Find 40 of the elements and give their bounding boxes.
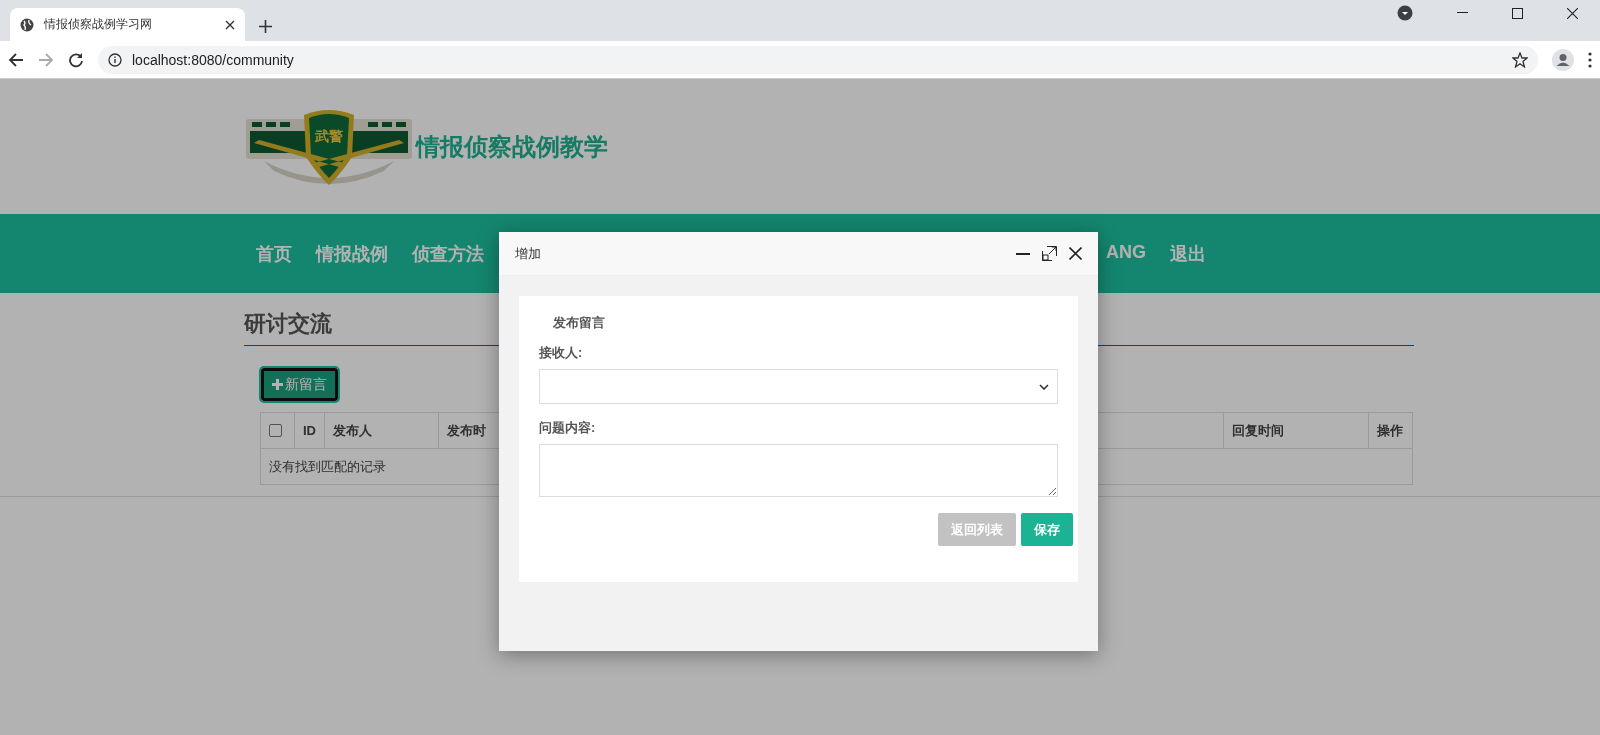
close-icon[interactable]	[1567, 7, 1578, 19]
menu-icon[interactable]	[1588, 51, 1592, 68]
back-icon[interactable]	[8, 51, 24, 68]
reload-icon[interactable]	[68, 51, 84, 68]
column-header: 回复时间	[1223, 412, 1369, 449]
content-field[interactable]	[539, 444, 1058, 497]
address-bar[interactable]: localhost:8080/community	[98, 45, 1538, 74]
back-button[interactable]: 返回列表	[938, 513, 1016, 546]
field-label: 接收人:	[539, 344, 584, 362]
new-message-button[interactable]: 新留言	[261, 368, 338, 401]
profile-icon[interactable]	[1552, 48, 1574, 71]
column-header: 操作	[1368, 412, 1413, 449]
close-icon[interactable]	[225, 19, 235, 30]
minimize-icon[interactable]	[1457, 12, 1468, 14]
checkbox[interactable]	[269, 424, 282, 437]
save-button[interactable]: 保存	[1021, 513, 1073, 546]
chevron-icon	[1039, 383, 1049, 390]
dialog-title: 增加	[515, 244, 542, 263]
site-title: 情报侦察战例教学	[416, 131, 608, 162]
column-header: 发布人	[324, 412, 439, 449]
nav-link[interactable]: 情报战例	[316, 241, 388, 266]
close-icon[interactable]	[1069, 247, 1082, 260]
nav-link[interactable]: 侦查方法	[412, 241, 484, 266]
minimize-icon[interactable]	[1016, 252, 1030, 255]
nav-link[interactable]: 首页	[256, 241, 292, 266]
logo-text: 武警	[315, 127, 343, 144]
info-icon	[108, 52, 122, 67]
star-icon[interactable]	[1512, 51, 1528, 68]
url-text: localhost:8080/community	[132, 51, 295, 68]
nav-link[interactable]: ANG	[1106, 241, 1146, 266]
globe-icon	[20, 17, 34, 32]
tab-search-icon[interactable]	[1397, 5, 1413, 21]
new-tab-icon[interactable]	[259, 20, 272, 33]
browser-tab[interactable]: 情报侦察战例学习网	[10, 8, 245, 41]
nav-link[interactable]: 退出	[1170, 241, 1206, 266]
maximize-icon[interactable]	[1042, 246, 1057, 261]
column-header: ID	[294, 412, 325, 449]
maximize-icon[interactable]	[1512, 7, 1523, 19]
form-heading: 发布留言	[553, 314, 606, 332]
plus-icon	[272, 379, 283, 390]
